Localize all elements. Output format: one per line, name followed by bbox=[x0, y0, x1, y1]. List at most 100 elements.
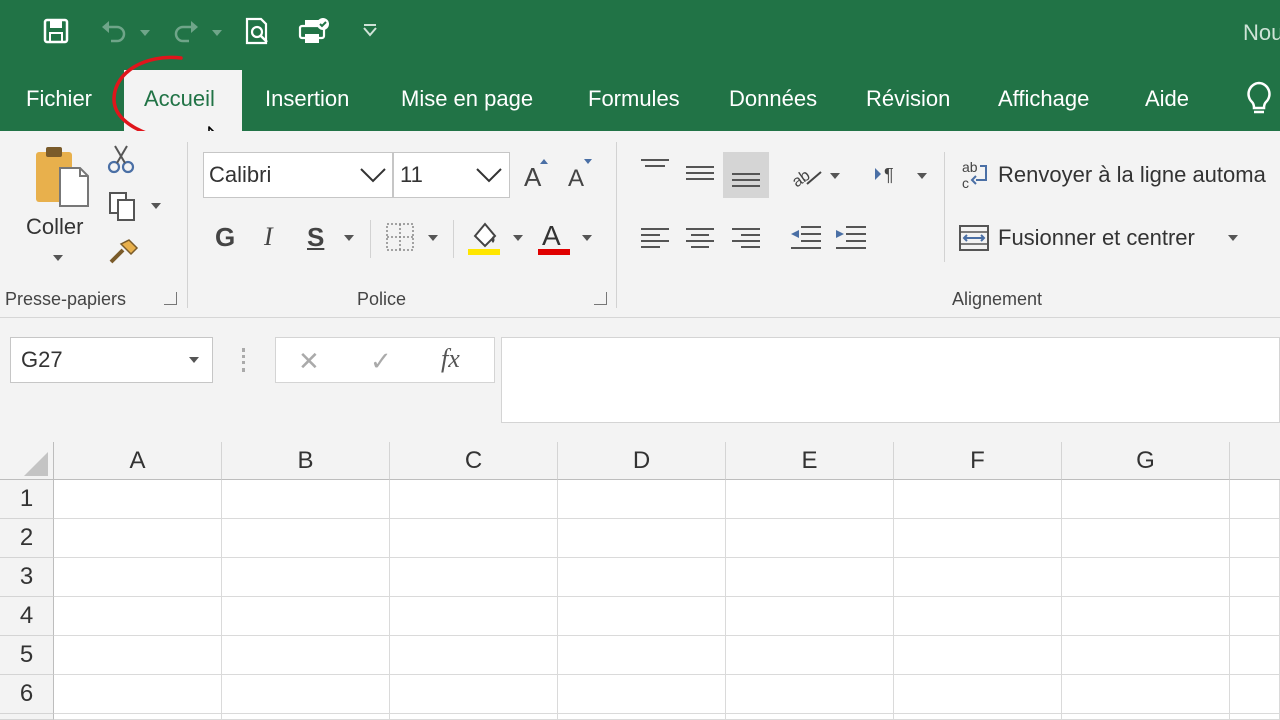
grid-cell[interactable] bbox=[390, 636, 558, 675]
formula-bar-splitter[interactable] bbox=[242, 348, 249, 372]
row-header[interactable]: 2 bbox=[0, 519, 54, 558]
grid-cell[interactable] bbox=[558, 519, 726, 558]
clipboard-launcher-icon[interactable] bbox=[164, 292, 177, 305]
align-right-icon[interactable] bbox=[731, 226, 761, 255]
chevron-down-icon[interactable] bbox=[474, 165, 504, 185]
row-header[interactable]: 5 bbox=[0, 636, 54, 675]
grid-cell[interactable] bbox=[894, 597, 1062, 636]
grid-cell[interactable] bbox=[1062, 597, 1230, 636]
decrease-indent-icon[interactable] bbox=[789, 224, 823, 257]
customize-qat-icon[interactable] bbox=[353, 14, 387, 48]
increase-indent-icon[interactable] bbox=[834, 224, 868, 257]
direction-dropdown-icon[interactable] bbox=[917, 173, 927, 179]
column-header[interactable]: B bbox=[222, 442, 390, 480]
grid-cell[interactable] bbox=[390, 675, 558, 714]
grid-cell[interactable] bbox=[558, 636, 726, 675]
column-header[interactable] bbox=[1230, 442, 1280, 480]
merge-dropdown-icon[interactable] bbox=[1228, 235, 1238, 241]
grid-cell[interactable] bbox=[726, 675, 894, 714]
grid-cell[interactable] bbox=[726, 636, 894, 675]
paste-label[interactable]: Coller bbox=[26, 214, 83, 240]
grid-cell[interactable] bbox=[222, 558, 390, 597]
grid-cell[interactable] bbox=[390, 519, 558, 558]
grid-cell[interactable] bbox=[54, 636, 222, 675]
grid-cell[interactable] bbox=[1230, 597, 1280, 636]
undo-icon[interactable] bbox=[98, 14, 132, 48]
column-header[interactable]: E bbox=[726, 442, 894, 480]
bold-button[interactable]: G bbox=[215, 222, 235, 253]
font-color-icon[interactable]: A bbox=[537, 218, 573, 261]
grid-cell[interactable] bbox=[1062, 558, 1230, 597]
orientation-icon[interactable]: ab bbox=[789, 160, 823, 195]
column-header[interactable]: F bbox=[894, 442, 1062, 480]
grid-cell[interactable] bbox=[894, 675, 1062, 714]
borders-icon[interactable] bbox=[385, 222, 415, 257]
name-box-dropdown-icon[interactable] bbox=[189, 357, 199, 363]
row-header[interactable]: 1 bbox=[0, 480, 54, 519]
grid-cell[interactable] bbox=[1062, 675, 1230, 714]
merge-center-button[interactable]: Fusionner et centrer bbox=[998, 225, 1195, 251]
increase-font-size-icon[interactable]: A bbox=[522, 156, 550, 195]
grid-cell[interactable] bbox=[222, 519, 390, 558]
cancel-button[interactable]: ✕ bbox=[298, 346, 320, 377]
align-center-icon[interactable] bbox=[685, 226, 715, 255]
chevron-down-icon[interactable] bbox=[358, 165, 388, 185]
name-box[interactable]: G27 bbox=[10, 337, 213, 383]
grid-cell[interactable] bbox=[390, 558, 558, 597]
tab-fichier[interactable]: Fichier bbox=[26, 86, 92, 116]
grid-cell[interactable] bbox=[558, 597, 726, 636]
grid-cell[interactable] bbox=[222, 714, 390, 720]
select-all-button[interactable] bbox=[0, 442, 54, 480]
grid-cell[interactable] bbox=[558, 675, 726, 714]
format-painter-icon[interactable] bbox=[107, 236, 139, 273]
grid-cell[interactable] bbox=[222, 597, 390, 636]
paste-dropdown-icon[interactable] bbox=[53, 255, 63, 261]
copy-icon[interactable] bbox=[107, 190, 137, 227]
paste-icon[interactable] bbox=[32, 144, 94, 215]
rtl-direction-icon[interactable]: ¶ bbox=[873, 163, 903, 190]
save-icon[interactable] bbox=[39, 14, 73, 48]
grid-cell[interactable] bbox=[1230, 714, 1280, 720]
column-header[interactable]: D bbox=[558, 442, 726, 480]
grid-cell[interactable] bbox=[1062, 636, 1230, 675]
tab-donnees[interactable]: Données bbox=[729, 86, 817, 116]
grid-cell[interactable] bbox=[1230, 558, 1280, 597]
grid-cell[interactable] bbox=[1062, 519, 1230, 558]
align-bottom-button[interactable] bbox=[723, 152, 769, 198]
row-header[interactable]: 3 bbox=[0, 558, 54, 597]
font-launcher-icon[interactable] bbox=[594, 292, 607, 305]
touch-mode-icon[interactable] bbox=[297, 14, 331, 48]
orientation-dropdown-icon[interactable] bbox=[830, 173, 840, 179]
grid-cell[interactable] bbox=[1230, 480, 1280, 519]
grid-cell[interactable] bbox=[894, 480, 1062, 519]
redo-dropdown-icon[interactable] bbox=[212, 30, 222, 36]
redo-icon[interactable] bbox=[168, 14, 202, 48]
row-header[interactable]: 4 bbox=[0, 597, 54, 636]
grid-cell[interactable] bbox=[894, 714, 1062, 720]
grid-cell[interactable] bbox=[894, 558, 1062, 597]
tab-mise-en-page[interactable]: Mise en page bbox=[401, 86, 533, 116]
grid-cell[interactable] bbox=[54, 675, 222, 714]
align-top-icon[interactable] bbox=[640, 157, 670, 184]
grid-cell[interactable] bbox=[54, 714, 222, 720]
underline-button[interactable]: S bbox=[307, 222, 324, 253]
grid-cell[interactable] bbox=[390, 480, 558, 519]
fill-color-dropdown-icon[interactable] bbox=[513, 235, 523, 241]
tab-formules[interactable]: Formules bbox=[588, 86, 680, 116]
cut-icon[interactable] bbox=[107, 143, 135, 180]
grid-cell[interactable] bbox=[390, 597, 558, 636]
tab-revision[interactable]: Révision bbox=[866, 86, 950, 116]
tab-aide[interactable]: Aide bbox=[1145, 86, 1189, 116]
insert-function-button[interactable]: fx bbox=[441, 344, 460, 374]
grid-cell[interactable] bbox=[1062, 480, 1230, 519]
grid-cell[interactable] bbox=[54, 558, 222, 597]
wrap-text-icon[interactable]: ab c bbox=[960, 158, 990, 197]
row-header[interactable]: 6 bbox=[0, 675, 54, 714]
align-middle-icon[interactable] bbox=[685, 163, 715, 190]
grid-cell[interactable] bbox=[558, 480, 726, 519]
font-size-combobox[interactable]: 11 bbox=[393, 152, 510, 198]
grid-cell[interactable] bbox=[894, 636, 1062, 675]
copy-dropdown-icon[interactable] bbox=[151, 203, 161, 209]
font-name-combobox[interactable]: Calibri bbox=[203, 152, 393, 198]
grid-cell[interactable] bbox=[54, 480, 222, 519]
